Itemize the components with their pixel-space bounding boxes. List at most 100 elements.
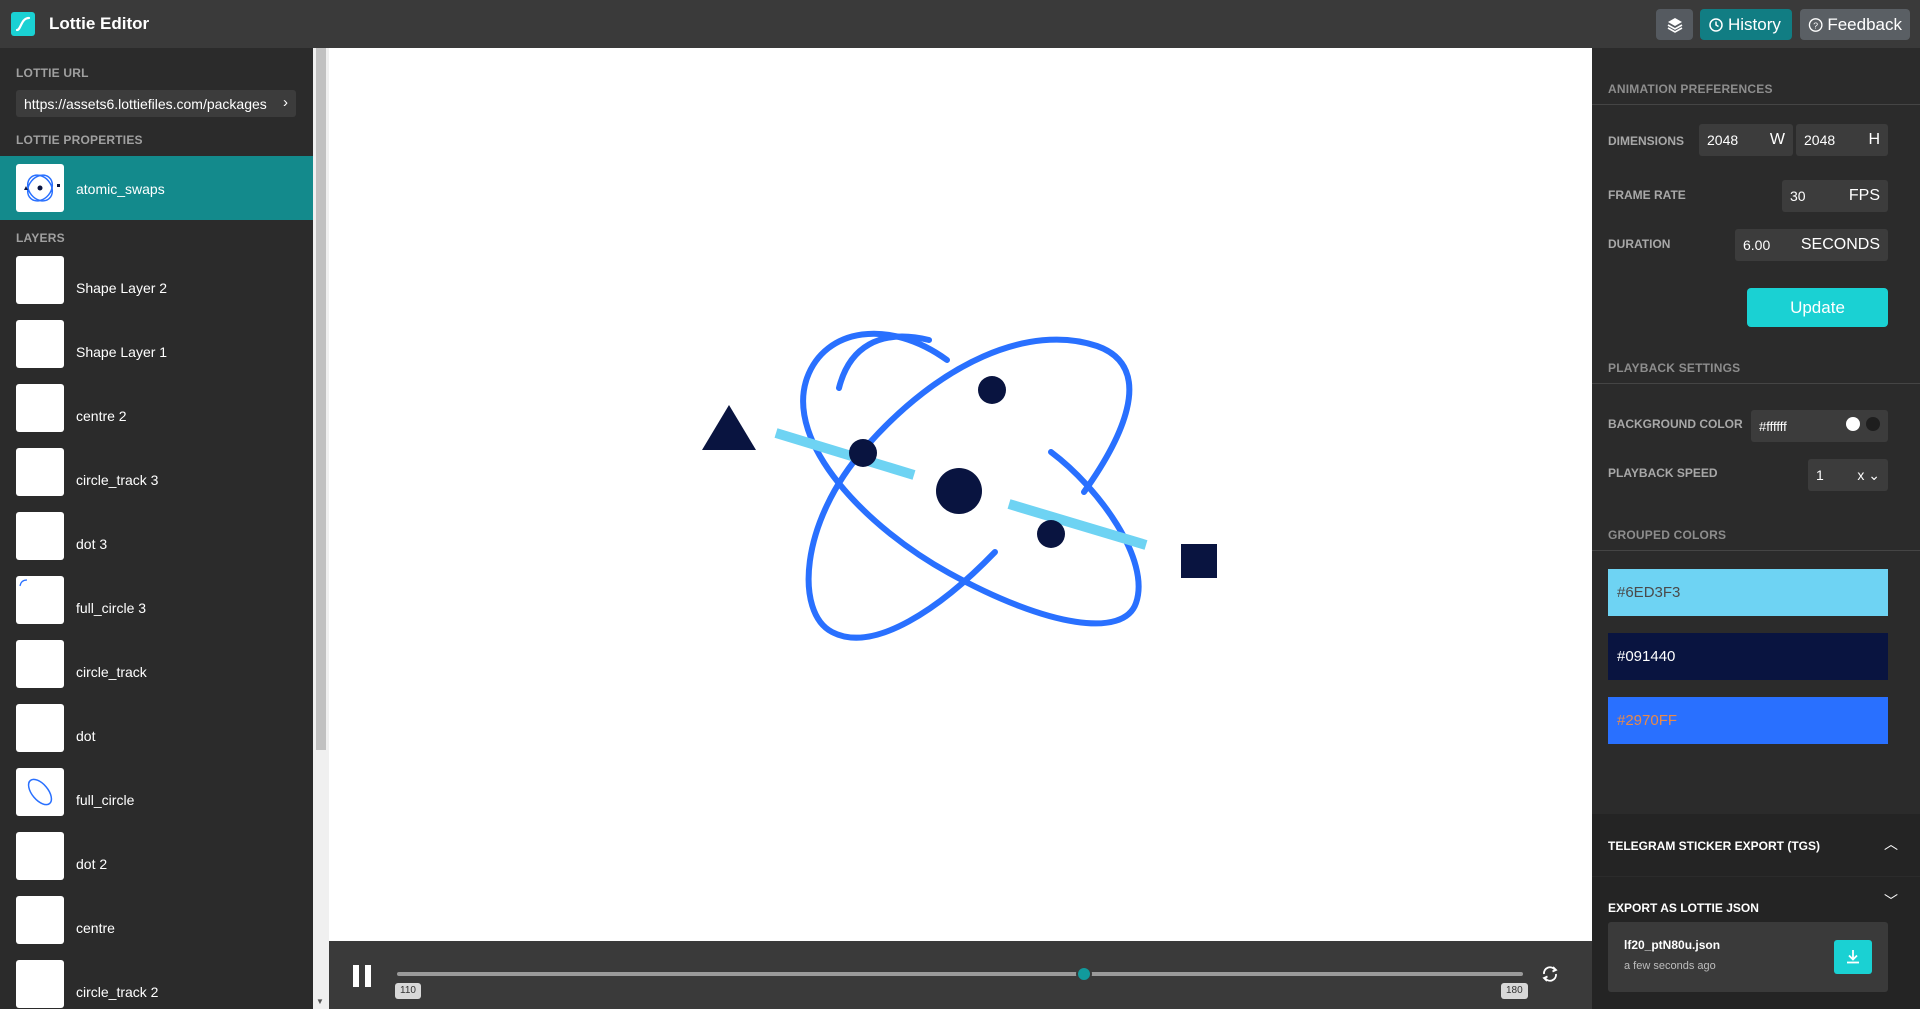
json-export-title: EXPORT AS LOTTIE JSON [1608, 901, 1759, 915]
duration-field[interactable]: 6.00 SECONDS [1735, 229, 1888, 261]
layer-thumbnail [16, 576, 64, 624]
layer-thumbnail [16, 512, 64, 560]
background-color-value: #ffffff [1759, 418, 1787, 434]
layer-row[interactable]: Shape Layer 1 [0, 320, 313, 384]
update-button[interactable]: Update [1747, 288, 1888, 327]
dark-swatch-icon[interactable] [1866, 416, 1880, 431]
frame-rate-label: FRAME RATE [1608, 188, 1686, 202]
layer-row[interactable]: full_circle [0, 768, 313, 832]
layer-row[interactable]: circle_track [0, 640, 313, 704]
pause-icon[interactable] [353, 965, 373, 987]
playback-speed-label: PLAYBACK SPEED [1608, 466, 1718, 480]
left-sidebar: LOTTIE URL https://assets6.lottiefiles.c… [0, 48, 313, 1009]
layer-row[interactable]: circle_track 3 [0, 448, 313, 512]
nucleus [936, 468, 982, 514]
scrollbar-thumb[interactable] [316, 48, 326, 750]
timeline-track[interactable] [397, 972, 1523, 976]
sidebar-scrollbar[interactable]: ▼ [313, 48, 329, 1009]
lottie-url-value: https://assets6.lottiefiles.com/packages [24, 95, 267, 112]
start-frame: 110 [395, 983, 421, 999]
layer-row[interactable]: centre 2 [0, 384, 313, 448]
export-file-card: lf20_ptN80u.json a few seconds ago [1608, 922, 1888, 992]
history-label: History [1728, 14, 1781, 34]
loop-icon[interactable] [1539, 963, 1561, 985]
layer-thumbnail [16, 640, 64, 688]
height-field[interactable]: 2048 H [1796, 124, 1888, 156]
lottie-logo-icon [11, 12, 35, 36]
svg-text:?: ? [1813, 20, 1818, 30]
layer-thumbnail [16, 384, 64, 432]
layer-name: centre [76, 920, 115, 936]
history-icon [1709, 17, 1723, 32]
frame-rate-unit: FPS [1848, 187, 1880, 204]
layers-icon [1667, 17, 1682, 33]
color-swatch-blue[interactable]: #2970FF [1608, 697, 1888, 744]
tgs-export-section[interactable]: TELEGRAM STICKER EXPORT (TGS) ︿ [1592, 814, 1920, 876]
feedback-button[interactable]: ? Feedback [1800, 9, 1910, 40]
history-button[interactable]: History [1700, 9, 1792, 40]
animation-preferences-title: ANIMATION PREFERENCES [1608, 82, 1773, 96]
layer-name: dot 3 [76, 536, 108, 552]
lottie-properties-label: LOTTIE PROPERTIES [16, 133, 143, 147]
frame-rate-field[interactable]: 30 FPS [1782, 180, 1888, 212]
animation-canvas[interactable] [329, 48, 1592, 941]
color-hex: #091440 [1617, 648, 1676, 665]
download-icon [1847, 950, 1859, 964]
layer-name: full_circle 3 [76, 600, 147, 616]
chevron-right-icon: › [283, 94, 288, 111]
chevron-down-icon[interactable]: ﹀ [1884, 891, 1898, 911]
width-value: 2048 [1707, 132, 1739, 148]
layers-button[interactable] [1656, 9, 1693, 40]
layer-row[interactable]: dot 3 [0, 512, 313, 576]
layer-row[interactable]: dot 2 [0, 832, 313, 896]
layer-row[interactable]: full_circle 3 [0, 576, 313, 640]
export-file-time: a few seconds ago [1624, 960, 1716, 972]
background-color-field[interactable]: #ffffff [1751, 410, 1888, 442]
export-file-name: lf20_ptN80u.json [1624, 938, 1721, 952]
animation-properties-row[interactable]: atomic_swaps [0, 156, 313, 220]
orbit-dot-top [978, 376, 1006, 404]
divider [1592, 383, 1920, 384]
duration-unit: SECONDS [1800, 236, 1880, 253]
playback-speed-unit: x [1857, 466, 1865, 483]
square-shape [1181, 544, 1217, 578]
layer-row[interactable]: Shape Layer 2 [0, 256, 313, 320]
animation-name: atomic_swaps [76, 181, 165, 197]
animation-thumbnail [16, 164, 64, 212]
orbit-dot-right [1037, 520, 1065, 548]
top-bar: Lottie Editor History ? Feedback [0, 0, 1920, 48]
divider [1592, 550, 1920, 551]
height-value: 2048 [1804, 132, 1836, 148]
download-button[interactable] [1834, 940, 1872, 974]
layer-name: Shape Layer 1 [76, 344, 168, 360]
frame-rate-value: 30 [1790, 188, 1806, 204]
layer-thumbnail [16, 448, 64, 496]
layer-name: centre 2 [76, 408, 127, 424]
layer-thumbnail [16, 960, 64, 1008]
width-unit: W [1769, 131, 1785, 148]
animation-preview [702, 330, 1217, 641]
grouped-colors-title: GROUPED COLORS [1608, 528, 1727, 542]
bar-shape-right [1007, 499, 1148, 550]
color-hex: #2970FF [1617, 712, 1678, 729]
layer-name: dot 2 [76, 856, 108, 872]
duration-value: 6.00 [1743, 237, 1771, 253]
app-title: Lottie Editor [49, 14, 150, 33]
width-field[interactable]: 2048 W [1699, 124, 1793, 156]
scroll-down-arrow-icon[interactable]: ▼ [316, 997, 324, 1006]
divider [1592, 104, 1920, 105]
lottie-url-field[interactable]: https://assets6.lottiefiles.com/packages… [16, 90, 296, 117]
layer-row[interactable]: circle_track 2 [0, 960, 313, 1009]
layer-row[interactable]: centre [0, 896, 313, 960]
playback-speed-select[interactable]: 1 x ⌄ [1808, 459, 1888, 491]
chevron-up-icon[interactable]: ︿ [1884, 834, 1898, 854]
layer-row[interactable]: dot [0, 704, 313, 768]
color-swatch-light-blue[interactable]: #6ED3F3 [1608, 569, 1888, 616]
white-swatch-icon[interactable] [1846, 416, 1860, 431]
color-swatch-navy[interactable]: #091440 [1608, 633, 1888, 680]
playback-bar: 110 180 [329, 941, 1592, 1009]
color-hex: #6ED3F3 [1617, 584, 1681, 601]
layer-thumbnail [16, 320, 64, 368]
lottie-url-label: LOTTIE URL [16, 66, 89, 80]
timeline-knob[interactable] [1075, 966, 1092, 982]
